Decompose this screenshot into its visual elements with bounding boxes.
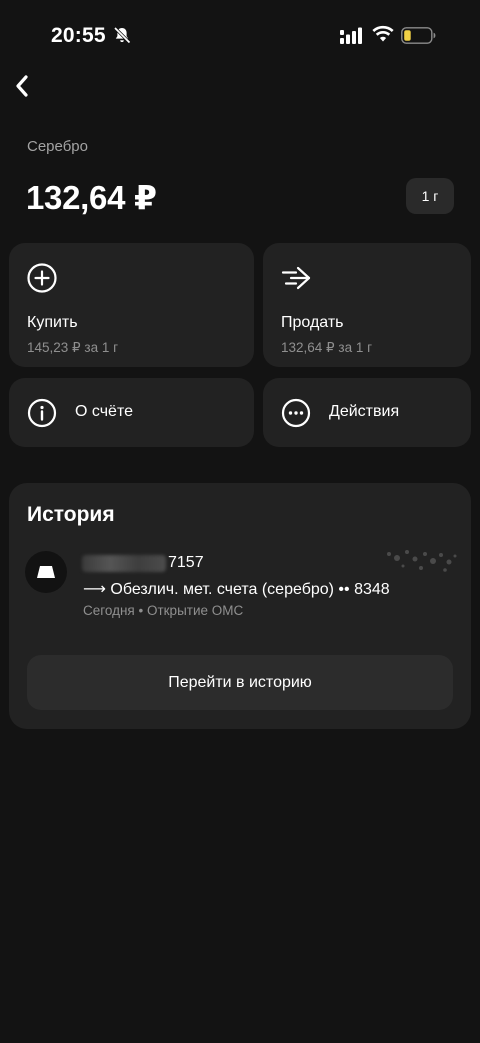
asset-name: Серебро [27, 138, 88, 155]
status-bar: 20:55 [0, 0, 480, 70]
buy-label: Купить [27, 314, 78, 331]
sell-card[interactable]: Продать 132,64 ₽ за 1 г [263, 243, 471, 367]
operation-destination-text: Обезлич. мет. счета (серебро) •• 8348 [110, 581, 390, 598]
info-circle-icon [27, 398, 57, 428]
wifi-icon [372, 25, 394, 42]
back-chevron-icon[interactable] [12, 72, 34, 100]
actions-label: Действия [329, 403, 400, 420]
go-to-history-button[interactable]: Перейти в историю [27, 655, 453, 710]
operation-avatar [25, 551, 67, 593]
masked-account-name [82, 554, 166, 572]
operation-meta: Сегодня • Открытие ОМС [83, 603, 244, 618]
history-title: История [27, 503, 115, 526]
status-time: 20:55 [51, 24, 106, 47]
sell-label: Продать [281, 314, 344, 331]
unit-selector-button[interactable]: 1 г [406, 178, 454, 214]
arrow-long-right-icon: ⟶ [83, 581, 106, 598]
more-circle-icon [281, 398, 311, 428]
cellular-signal-icon [340, 27, 362, 44]
operation-source-suffix: 7157 [168, 554, 204, 571]
actions-card[interactable]: Действия [263, 378, 471, 447]
plus-circle-icon [27, 263, 57, 293]
bell-muted-icon [113, 26, 131, 44]
about-account-card[interactable]: О счёте [9, 378, 254, 447]
asset-price: 132,64 ₽ [26, 179, 157, 216]
about-account-label: О счёте [75, 403, 133, 420]
operation-source: 7157 [82, 554, 204, 572]
buy-card[interactable]: Купить 145,23 ₽ за 1 г [9, 243, 254, 367]
operation-destination: ⟶ Обезлич. мет. счета (серебро) •• 8348 [83, 579, 390, 599]
buy-price: 145,23 ₽ за 1 г [27, 340, 119, 355]
masked-amount [387, 550, 457, 572]
battery-low-icon [401, 27, 436, 44]
bank-ingot-icon [37, 566, 55, 578]
history-section: История 7157 ⟶ Обезлич. мет. счета (сере… [9, 483, 471, 729]
arrow-right-fast-icon [281, 266, 311, 290]
sell-price: 132,64 ₽ за 1 г [281, 340, 373, 355]
